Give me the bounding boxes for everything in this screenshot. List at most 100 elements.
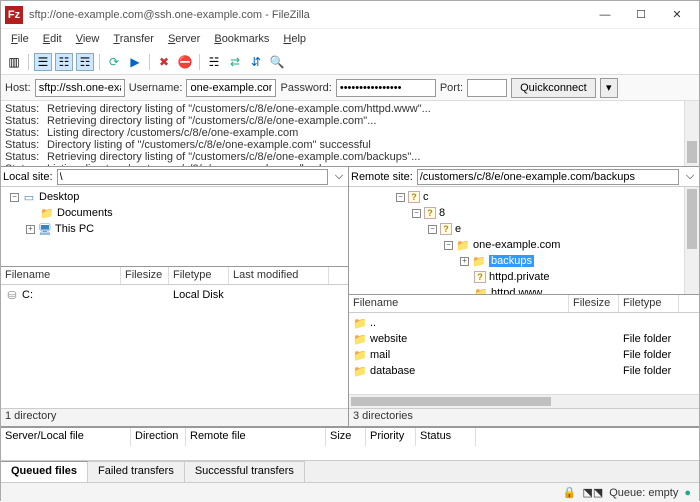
column-header[interactable]: Direction [131, 428, 186, 446]
local-site-bar: Local site: ⌵ [1, 167, 348, 187]
list-item[interactable]: 📁databaseFile folder [349, 363, 699, 379]
quickconnect-button[interactable]: Quickconnect [511, 78, 596, 98]
tree-node[interactable]: +🖥This PC [5, 221, 344, 237]
menu-transfer[interactable]: Transfer [107, 31, 160, 47]
log-line: Status:Retrieving directory listing of "… [5, 151, 695, 163]
toggle-log-icon[interactable]: ☰ [34, 53, 52, 71]
queue-tab[interactable]: Queued files [1, 461, 88, 482]
expander-icon[interactable]: − [428, 225, 437, 234]
local-file-list[interactable]: ⛁C:Local Disk [1, 285, 348, 408]
column-header[interactable]: Server/Local file [1, 428, 131, 446]
menu-server[interactable]: Server [162, 31, 206, 47]
search-icon[interactable]: 🔍 [268, 53, 286, 71]
expander-icon[interactable]: − [396, 193, 405, 202]
column-header[interactable]: Priority [366, 428, 416, 446]
local-site-input[interactable] [57, 169, 328, 185]
menu-file[interactable]: File [5, 31, 35, 47]
tree-node[interactable]: +📁backups [353, 253, 695, 269]
local-site-label: Local site: [3, 171, 53, 183]
separator [28, 54, 29, 70]
host-label: Host: [5, 82, 31, 94]
column-header[interactable]: Filetype [619, 295, 679, 312]
menu-help[interactable]: Help [277, 31, 312, 47]
tree-node[interactable]: −▭Desktop [5, 189, 344, 205]
menu-edit[interactable]: Edit [37, 31, 68, 47]
message-log: Status:Retrieving directory listing of "… [1, 101, 699, 167]
minimize-button[interactable]: — [587, 4, 623, 26]
username-input[interactable] [186, 79, 276, 97]
sync-browse-icon[interactable]: ⇵ [247, 53, 265, 71]
refresh-icon[interactable]: ⟳ [105, 53, 123, 71]
expander-icon[interactable]: − [412, 209, 421, 218]
log-line: Status:Listing directory /customers/c/8/… [5, 127, 695, 139]
host-input[interactable] [35, 79, 125, 97]
column-header[interactable]: Size [326, 428, 366, 446]
queue-body[interactable] [1, 446, 699, 460]
tree-node[interactable]: ?httpd.private [353, 269, 695, 285]
queue-header: Server/Local fileDirectionRemote fileSiz… [1, 428, 699, 446]
tree-node[interactable]: −?e [353, 221, 695, 237]
filter-icon[interactable]: ☵ [205, 53, 223, 71]
column-header[interactable]: Remote file [186, 428, 326, 446]
tree-node[interactable]: −?8 [353, 205, 695, 221]
expander-icon[interactable]: − [444, 241, 453, 250]
menu-view[interactable]: View [70, 31, 106, 47]
sitemanager-icon[interactable]: ▥ [5, 53, 23, 71]
column-header[interactable]: Filetype [169, 267, 229, 284]
port-input[interactable] [467, 79, 507, 97]
list-item[interactable]: 📁websiteFile folder [349, 331, 699, 347]
column-header[interactable]: Filename [1, 267, 121, 284]
list-item[interactable]: 📁.. [349, 315, 699, 331]
cancel-icon[interactable]: ✖ [155, 53, 173, 71]
port-label: Port: [440, 82, 463, 94]
queue-tab[interactable]: Successful transfers [185, 461, 305, 482]
column-header[interactable]: Last modified [229, 267, 329, 284]
tree-node[interactable]: 📁Documents [5, 205, 344, 221]
remote-site-dropdown[interactable]: ⌵ [683, 170, 697, 183]
maximize-button[interactable]: ☐ [623, 4, 659, 26]
column-header[interactable]: Status [416, 428, 476, 446]
remote-tree[interactable]: −?c −?8−?e−📁one-example.com+📁backups?htt… [349, 187, 699, 295]
tree-node[interactable]: −?c [353, 189, 695, 205]
quickconnect-dropdown[interactable]: ▾ [600, 78, 618, 98]
remote-tree-scrollbar[interactable] [684, 187, 699, 294]
queue-tab[interactable]: Failed transfers [88, 461, 185, 482]
remote-site-input[interactable] [417, 169, 679, 185]
toggle-tree-icon[interactable]: ☷ [55, 53, 73, 71]
password-input[interactable] [336, 79, 436, 97]
list-item[interactable]: 📁mailFile folder [349, 347, 699, 363]
toolbar: ▥ ☰ ☷ ☶ ⟳ ▶ ✖ ⛔ ☵ ⇄ ⇵ 🔍 [1, 49, 699, 75]
remote-status: 3 directories [349, 408, 699, 426]
column-header[interactable]: Filesize [569, 295, 619, 312]
tree-node[interactable]: 📁httpd.www [353, 285, 695, 295]
remote-file-list[interactable]: 📁..📁websiteFile folder📁mailFile folder📁d… [349, 313, 699, 394]
remote-list-hscroll[interactable] [349, 394, 699, 408]
queue-indicator-icon: ⬔⬔ [582, 486, 603, 499]
toggle-queue-icon[interactable]: ☶ [76, 53, 94, 71]
column-header[interactable]: Filesize [121, 267, 169, 284]
close-button[interactable]: ✕ [659, 4, 695, 26]
local-tree[interactable]: −▭Desktop📁Documents+🖥This PC [1, 187, 348, 267]
list-item[interactable]: ⛁C:Local Disk [1, 287, 348, 303]
log-line: Status:Listing directory /customers/c/8/… [5, 163, 695, 167]
separator [199, 54, 200, 70]
menu-bookmarks[interactable]: Bookmarks [208, 31, 275, 47]
column-header[interactable]: Filename [349, 295, 569, 312]
local-site-dropdown[interactable]: ⌵ [332, 170, 346, 183]
tree-node[interactable]: −📁one-example.com [353, 237, 695, 253]
disconnect-icon[interactable]: ⛔ [176, 53, 194, 71]
expander-icon[interactable]: + [460, 257, 469, 266]
browser-split: Local site: ⌵ −▭Desktop📁Documents+🖥This … [1, 167, 699, 427]
expander-icon[interactable]: + [26, 225, 35, 234]
process-queue-icon[interactable]: ▶ [126, 53, 144, 71]
log-line: Status:Retrieving directory listing of "… [5, 103, 695, 115]
local-status: 1 directory [1, 408, 348, 426]
compare-icon[interactable]: ⇄ [226, 53, 244, 71]
quickconnect-bar: Host: Username: Password: Port: Quickcon… [1, 75, 699, 101]
remote-list-header: FilenameFilesizeFiletype [349, 295, 699, 313]
log-scrollbar[interactable] [684, 101, 699, 166]
remote-pane: Remote site: ⌵ −?c −?8−?e−📁one-example.c… [349, 167, 699, 426]
window-title: sftp://one-example.com@ssh.one-example.c… [29, 9, 587, 21]
queue-bullet-icon: ● [684, 487, 691, 499]
expander-icon[interactable]: − [10, 193, 19, 202]
